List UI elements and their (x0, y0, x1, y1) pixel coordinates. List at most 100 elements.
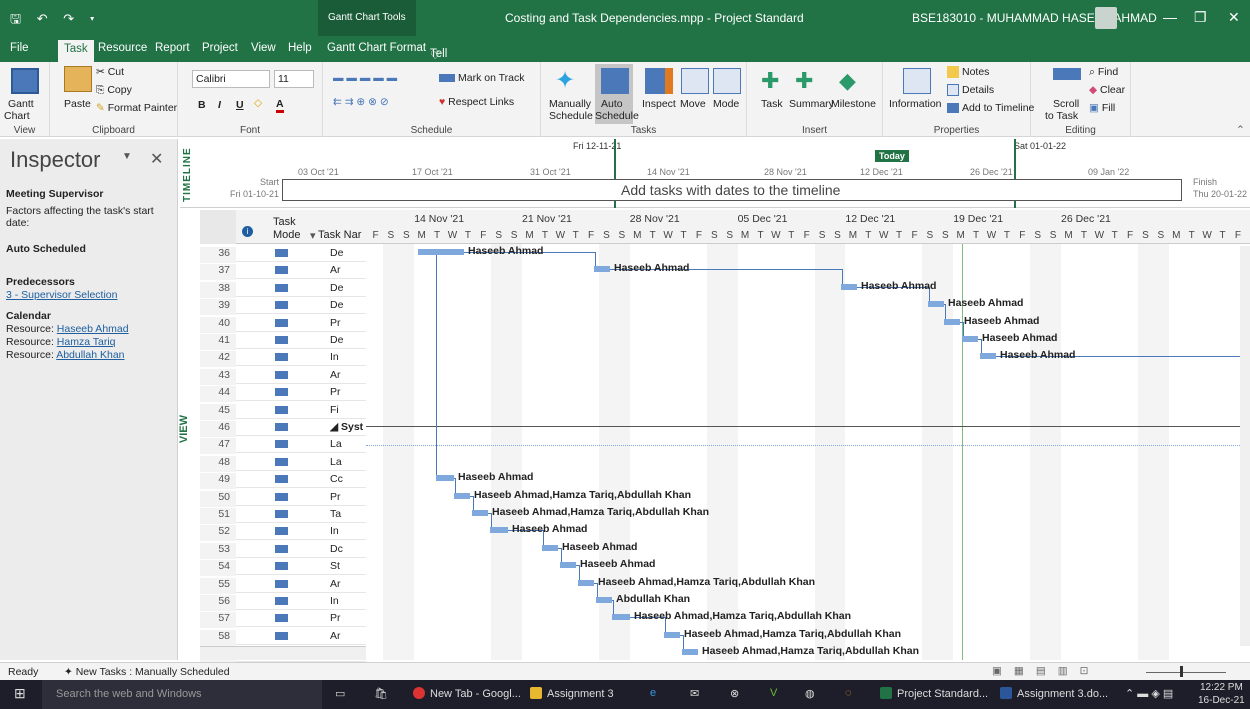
to-task-label[interactable]: to Task (1045, 110, 1078, 122)
inspect-icon[interactable] (645, 68, 673, 94)
table-row[interactable]: 58 Ar (200, 628, 366, 646)
zoom-slider[interactable] (1146, 672, 1226, 673)
percent-complete-icons[interactable]: ▬ ▬ ▬ ▬ ▬ (333, 72, 397, 84)
task-bar[interactable] (612, 614, 630, 621)
task-name-cell[interactable]: Cc (330, 473, 366, 485)
details-button[interactable]: Details (947, 84, 994, 97)
task-name-cell[interactable]: De (330, 334, 366, 346)
row-id[interactable]: 42 (200, 351, 236, 368)
menu-file[interactable]: File (10, 42, 29, 54)
gantt-body[interactable]: Haseeb Ahmad Haseeb Ahmad Haseeb Ahmad Hase… (366, 244, 1250, 660)
table-row[interactable]: 42 In (200, 349, 366, 368)
table-row[interactable]: 49 Cc (200, 471, 366, 490)
task-name-cell[interactable]: La (330, 456, 366, 468)
pin-icon[interactable]: ✦ (555, 66, 583, 94)
task-bar[interactable] (928, 301, 944, 308)
paste-icon[interactable] (64, 66, 92, 92)
taskbar-folder[interactable]: Assignment 3 (530, 687, 614, 700)
table-row[interactable]: 51 Ta (200, 506, 366, 524)
insert-task-icon[interactable]: ✚ (761, 68, 789, 94)
table-row[interactable]: 44 Pr (200, 384, 366, 403)
summary-button[interactable]: Summary (789, 98, 834, 110)
menu-task[interactable]: Task (58, 40, 94, 62)
avatar[interactable] (1095, 7, 1117, 29)
font-color-button[interactable]: A (276, 98, 284, 113)
table-row[interactable]: 39 De (200, 297, 366, 316)
task-name-cell[interactable]: Dc (330, 543, 366, 555)
table-row[interactable]: 54 St (200, 558, 366, 577)
add-to-timeline-button[interactable]: Add to Timeline (947, 102, 1034, 114)
inspector-dropdown-icon[interactable]: ▼ (122, 151, 132, 162)
gantt-label[interactable]: Gantt (8, 98, 34, 110)
mail-icon[interactable]: ✉ (690, 687, 699, 700)
table-row[interactable]: 41 De (200, 332, 366, 350)
row-id[interactable]: 36 (200, 247, 236, 263)
row-id[interactable]: 48 (200, 455, 236, 472)
mode-button[interactable]: Mode (713, 98, 739, 110)
menu-gantt-chart-format[interactable]: Gantt Chart Format (327, 42, 426, 54)
info-icon[interactable]: i (242, 226, 253, 237)
summary-icon[interactable]: ✚ (795, 68, 823, 94)
move-icon[interactable] (681, 68, 709, 94)
hotspot-icon[interactable]: ◌ (845, 687, 852, 699)
table-row[interactable]: 52 In (200, 523, 366, 542)
chart-label[interactable]: Chart (4, 110, 30, 122)
table-row[interactable]: 46 ◢ Syst (200, 419, 366, 437)
table-row[interactable]: 36 De (200, 245, 366, 263)
table-row[interactable]: 53 Dc (200, 541, 366, 559)
milestone-icon[interactable]: ◆ (839, 68, 867, 94)
italic-button[interactable]: I (218, 99, 221, 111)
paste-button[interactable]: Paste (64, 98, 91, 110)
task-bar[interactable] (472, 510, 488, 516)
table-row[interactable]: 43 Ar (200, 367, 366, 385)
task-bar[interactable] (682, 649, 698, 656)
github-icon[interactable]: ◍ (805, 687, 815, 700)
timeline[interactable]: TIMELINE Fri 12-11-21 Sat 01-01-22 Start… (180, 139, 1250, 208)
copy-button[interactable]: ⎘ Copy (96, 84, 132, 97)
task-view-icon[interactable]: ▭ (335, 687, 345, 700)
taskbar-word[interactable]: Assignment 3.do... (1000, 687, 1108, 700)
col-task-mode[interactable]: Task (273, 216, 296, 228)
manually-label[interactable]: Manually (549, 98, 591, 110)
restore-icon[interactable]: ❐ (1194, 9, 1207, 26)
row-id[interactable]: 52 (200, 525, 236, 542)
bold-button[interactable]: B (198, 99, 206, 111)
zoom-thumb[interactable] (1180, 666, 1183, 677)
row-id[interactable]: 43 (200, 368, 236, 385)
table-row[interactable]: 55 Ar (200, 576, 366, 594)
row-id[interactable]: 41 (200, 334, 236, 350)
task-name-cell[interactable]: Fi (330, 404, 366, 416)
vertical-scrollbar[interactable] (1240, 246, 1250, 646)
menu-report[interactable]: Report (155, 42, 190, 54)
information-button[interactable]: Information (889, 98, 942, 110)
task-name-cell[interactable]: Ar (330, 630, 366, 642)
find-button[interactable]: ⌕ Find (1089, 66, 1118, 79)
app-icon[interactable]: ⊗ (730, 687, 739, 700)
task-name-cell[interactable]: De (330, 299, 366, 311)
format-painter-button[interactable]: ✎ Format Painter (96, 102, 177, 114)
notes-button[interactable]: Notes (947, 66, 989, 79)
task-name-cell[interactable]: Pr (330, 317, 366, 329)
task-name-cell[interactable]: Pr (330, 386, 366, 398)
row-id[interactable]: 37 (200, 264, 236, 281)
task-bar[interactable] (542, 544, 558, 551)
mode-icon[interactable] (713, 68, 741, 94)
row-id[interactable]: 50 (200, 490, 236, 507)
task-bar[interactable] (490, 527, 508, 534)
menu-resource[interactable]: Resource (98, 42, 147, 54)
row-id[interactable]: 51 (200, 508, 236, 524)
table-row[interactable]: 38 De (200, 280, 366, 298)
manually-schedule-label[interactable]: Schedule (549, 110, 593, 122)
table-row[interactable]: 56 In (200, 593, 366, 611)
row-id[interactable]: 47 (200, 438, 236, 455)
row-id[interactable]: 40 (200, 316, 236, 333)
col-task-mode-2[interactable]: Mode (273, 229, 301, 241)
resource-link-haseeb[interactable]: Haseeb Ahmad (57, 323, 129, 335)
task-bar[interactable] (962, 336, 978, 342)
indent-icons[interactable]: ⇇ ⇉ ⊕ ⊗ ⊘ (333, 96, 389, 108)
table-row[interactable]: 57 Pr (200, 610, 366, 629)
font-size-dropdown[interactable]: 11 (274, 70, 314, 88)
row-id[interactable]: 58 (200, 629, 236, 646)
row-id[interactable]: 53 (200, 542, 236, 559)
task-bar[interactable] (596, 597, 612, 603)
